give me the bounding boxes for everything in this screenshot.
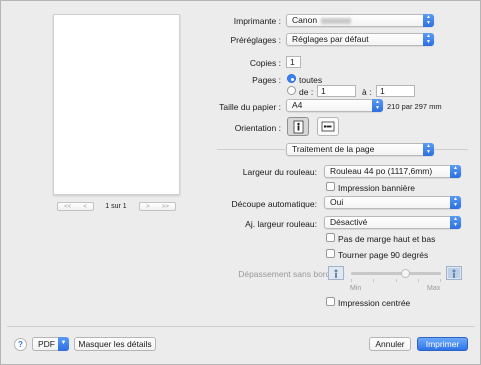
paper-size-popup[interactable]: A4 ▲ ▼: [286, 99, 383, 112]
adjust-roll-value: Désactivé: [330, 217, 368, 227]
centered-print-checkbox[interactable]: [326, 297, 335, 306]
portrait-orientation-button[interactable]: [287, 117, 309, 136]
chevron-updown-icon: ▲ ▼: [423, 143, 434, 156]
overflow-min-icon: [328, 266, 344, 280]
previous-page-button[interactable]: <: [83, 204, 87, 210]
overflow-slider[interactable]: [351, 272, 441, 275]
pdf-label: PDF: [38, 339, 55, 349]
slider-tick: [373, 279, 374, 282]
centered-print-label: Impression centrée: [338, 298, 411, 308]
banner-print-checkbox[interactable]: [326, 182, 335, 191]
adjust-roll-popup[interactable]: Désactivé ▲ ▼: [324, 216, 461, 229]
overflow-max-icon: [446, 266, 462, 280]
print-button[interactable]: Imprimer: [417, 337, 468, 351]
last-page-button[interactable]: >>: [162, 204, 169, 210]
slider-tick: [440, 279, 441, 282]
footer-divider: [7, 326, 475, 327]
chevron-updown-icon: ▲ ▼: [423, 33, 434, 46]
paper-size-label: Taille du papier :: [219, 102, 281, 112]
auto-cut-value: Oui: [330, 197, 344, 207]
paper-dimensions: 210 par 297 mm: [387, 102, 442, 111]
chevron-updown-icon: ▲ ▼: [423, 14, 434, 27]
landscape-orientation-button[interactable]: [317, 117, 339, 136]
adjust-roll-label: Aj. largeur rouleau:: [245, 219, 317, 229]
auto-cut-popup[interactable]: Oui ▲ ▼: [324, 196, 461, 209]
section-popup[interactable]: Traitement de la page ▲ ▼: [286, 143, 434, 156]
next-page-button[interactable]: >: [146, 204, 150, 210]
pages-all-radio[interactable]: [287, 74, 296, 83]
pages-range-radio[interactable]: [287, 86, 296, 95]
chevron-updown-icon: ▲ ▼: [450, 165, 461, 178]
copies-field[interactable]: 1: [286, 56, 301, 68]
orientation-label: Orientation :: [234, 123, 281, 133]
section-divider-left: [217, 149, 285, 150]
slider-min-label: Min: [350, 285, 362, 292]
rotate-page-label: Tourner page 90 degrés: [338, 250, 429, 260]
preview-nav-back-group: << <: [57, 202, 94, 211]
printer-label: Imprimante :: [233, 16, 281, 26]
rotate-page-checkbox[interactable]: [326, 249, 335, 258]
section-value: Traitement de la page: [292, 144, 375, 154]
first-page-button[interactable]: <<: [64, 204, 71, 210]
cancel-button[interactable]: Annuler: [369, 337, 411, 351]
presets-popup[interactable]: Réglages par défaut ▲ ▼: [286, 33, 434, 46]
pdf-menu-button[interactable]: PDF ▼: [32, 337, 69, 351]
pages-label: Pages :: [252, 75, 281, 85]
section-divider-right: [434, 149, 468, 150]
overflow-slider-knob[interactable]: [400, 269, 410, 278]
slider-tick: [418, 279, 419, 282]
roll-width-popup[interactable]: Rouleau 44 po (1117,6mm) ▲ ▼: [324, 165, 461, 178]
presets-label: Préréglages :: [230, 35, 281, 45]
hide-details-button[interactable]: Masquer les détails: [74, 337, 156, 351]
roll-width-label: Largeur du rouleau:: [242, 167, 317, 177]
slider-max-label: Max: [427, 285, 441, 292]
paper-size-value: A4: [292, 100, 303, 110]
printer-model-redacted: [321, 17, 352, 24]
pages-from-label: de :: [299, 87, 314, 97]
pages-from-field[interactable]: 1: [317, 85, 356, 97]
pages-to-label: à :: [362, 87, 372, 97]
printer-popup[interactable]: Canon ▲ ▼: [286, 14, 434, 27]
no-margin-checkbox[interactable]: [326, 233, 335, 242]
pages-to-field[interactable]: 1: [376, 85, 415, 97]
preview-nav-forward-group: > >>: [139, 202, 176, 211]
slider-tick: [396, 279, 397, 282]
printer-value: Canon: [292, 15, 318, 25]
landscape-icon: [321, 121, 335, 132]
chevron-down-icon: ▼: [58, 337, 69, 351]
copies-label: Copies :: [249, 58, 281, 68]
slider-tick: [351, 279, 352, 282]
help-button[interactable]: ?: [14, 338, 27, 351]
print-dialog: << < 1 sur 1 > >> Imprimante : Canon ▲ ▼ …: [0, 0, 481, 365]
presets-value: Réglages par défaut: [292, 34, 369, 44]
banner-print-label: Impression bannière: [338, 183, 416, 193]
chevron-updown-icon: ▲ ▼: [450, 196, 461, 209]
no-margin-label: Pas de marge haut et bas: [338, 234, 436, 244]
chevron-updown-icon: ▲ ▼: [450, 216, 461, 229]
chevron-updown-icon: ▲ ▼: [372, 99, 383, 112]
portrait-icon: [293, 120, 303, 133]
auto-cut-label: Découpe automatique:: [231, 199, 317, 209]
pages-all-label: toutes: [299, 75, 323, 85]
page-indicator: 1 sur 1: [105, 203, 127, 210]
page-preview: [53, 14, 180, 195]
roll-width-value: Rouleau 44 po (1117,6mm): [330, 166, 433, 176]
